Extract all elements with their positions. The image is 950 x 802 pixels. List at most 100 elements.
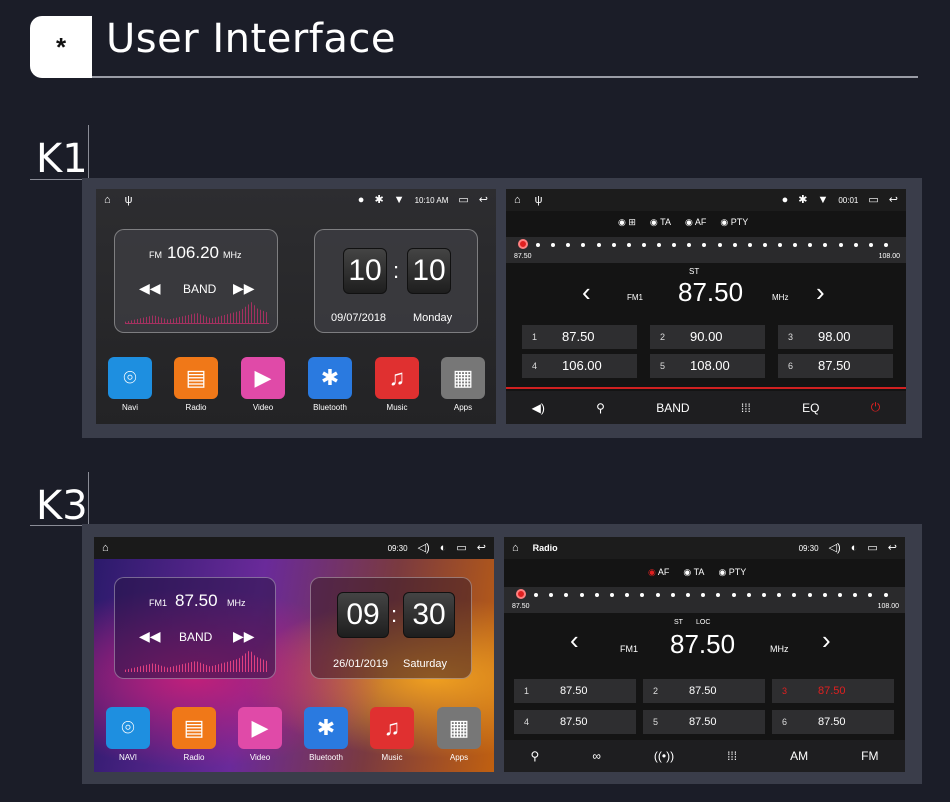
next-station-icon[interactable]: › (816, 277, 825, 308)
option-pty-label: PTY (728, 567, 747, 577)
preset-button[interactable]: 6 87.50 (772, 710, 894, 734)
app-music[interactable]: ♫ Music (375, 357, 419, 412)
rds-option[interactable]: ◉ ⊞ (618, 217, 636, 228)
radio-widget[interactable]: FM1 87.50 MHz ◀◀ BAND ▶▶ (114, 577, 276, 679)
preset-button[interactable]: 2 87.50 (643, 679, 765, 703)
widget-band-button[interactable]: BAND (183, 282, 216, 296)
back-icon[interactable]: ↩ (888, 542, 897, 554)
status-bar: ⌂ ψ ● ✱ ▼ 10:10 AM ▭ ↩ (96, 189, 496, 211)
stereo-icon[interactable]: ∞ (592, 749, 601, 763)
app-radio[interactable]: ▤ Radio (174, 357, 218, 412)
app-music[interactable]: ♫ Music (370, 707, 414, 762)
brightness-icon[interactable]: ◐ (440, 542, 447, 554)
recent-apps-icon[interactable]: ▭ (456, 542, 466, 554)
scale-marker[interactable] (516, 589, 526, 599)
option-ta[interactable]: ◉ TA (650, 217, 671, 228)
back-icon[interactable]: ↩ (479, 194, 488, 206)
bluetooth-icon: ✱ (304, 707, 348, 749)
status-time: 10:10 AM (414, 195, 449, 205)
header-divider (92, 76, 918, 78)
preset-button[interactable]: 3 98.00 (778, 325, 893, 349)
scale-marker[interactable] (518, 239, 528, 249)
next-station-icon[interactable]: › (822, 625, 831, 656)
frequency-scale[interactable]: 87.50 108.00 (506, 237, 906, 263)
app-label: Bluetooth (313, 403, 347, 412)
keypad-icon[interactable]: ⁞⁞⁞ (741, 401, 751, 415)
home-icon[interactable]: ⌂ (104, 194, 111, 206)
frequency-unit: MHz (772, 293, 789, 302)
preset-number: 3 (788, 332, 794, 342)
am-button[interactable]: AM (790, 749, 808, 763)
preset-button[interactable]: 4 106.00 (522, 354, 637, 378)
preset-number: 5 (660, 361, 666, 371)
scale-max: 108.00 (878, 253, 900, 260)
search-icon[interactable]: ⚲ (531, 749, 540, 763)
seek-forward-icon[interactable]: ▶▶ (233, 280, 255, 297)
widget-band-label: FM1 (149, 598, 167, 608)
band-label: FM1 (627, 293, 643, 302)
band-button[interactable]: BAND (656, 401, 689, 415)
app-navi[interactable]: ⌾ Navi (108, 357, 152, 412)
clock-separator: : (391, 602, 398, 627)
app-video[interactable]: ▶ Video (241, 357, 285, 412)
home-icon[interactable]: ⌂ (512, 542, 519, 554)
app-bluetooth[interactable]: ✱ Bluetooth (308, 357, 352, 412)
k3-home-screen: ⌂ 09:30 ◁) ◐ ▭ ↩ FM1 87.50 MHz ◀◀ BAND ▶… (94, 537, 494, 772)
recent-apps-icon[interactable]: ▭ (868, 194, 878, 206)
seek-back-icon[interactable]: ◀◀ (139, 628, 161, 645)
preset-button[interactable]: 1 87.50 (522, 325, 637, 349)
radio-icon: ▤ (174, 357, 218, 399)
app-navi[interactable]: ⌾ NAVI (106, 707, 150, 762)
keypad-icon[interactable]: ⁞⁞⁞ (727, 749, 737, 763)
widget-band-button[interactable]: BAND (179, 630, 212, 644)
volume-icon[interactable]: ◀) (532, 401, 545, 415)
music-note-icon: ♫ (375, 357, 419, 399)
option-pty[interactable]: ◉ PTY (718, 567, 746, 578)
option-pty[interactable]: ◉ PTY (720, 217, 748, 228)
back-icon[interactable]: ↩ (889, 194, 898, 206)
app-video[interactable]: ▶ Video (238, 707, 282, 762)
home-icon[interactable]: ⌂ (102, 542, 109, 554)
volume-icon[interactable]: ◁) (829, 542, 841, 554)
app-bluetooth[interactable]: ✱ Bluetooth (304, 707, 348, 762)
seek-forward-icon[interactable]: ▶▶ (233, 628, 255, 645)
status-time: 09:30 (798, 543, 819, 553)
preset-button[interactable]: 1 87.50 (514, 679, 636, 703)
volume-icon[interactable]: ◁) (418, 542, 430, 554)
preset-button[interactable]: 4 87.50 (514, 710, 636, 734)
option-af[interactable]: ◉ AF (648, 567, 669, 578)
k3-radio-screen: ⌂ Radio 09:30 ◁) ◐ ▭ ↩ ◉ AF ◉ TA ◉ PTY 8… (504, 537, 905, 772)
preset-button[interactable]: 6 87.50 (778, 354, 893, 378)
radio-widget[interactable]: FM 106.20 MHz ◀◀ BAND ▶▶ (114, 229, 278, 333)
home-icon[interactable]: ⌂ (514, 194, 521, 206)
option-af[interactable]: ◉ AF (685, 217, 706, 228)
bluetooth-icon: ✱ (798, 193, 808, 206)
recent-apps-icon[interactable]: ▭ (867, 542, 877, 554)
option-ta[interactable]: ◉ TA (683, 567, 704, 578)
preset-button[interactable]: 5 87.50 (643, 710, 765, 734)
app-apps[interactable]: ▦ Apps (437, 707, 481, 762)
brightness-icon[interactable]: ◐ (851, 542, 858, 554)
usb-icon: ψ (534, 193, 543, 206)
scale-min: 87.50 (512, 603, 530, 610)
preset-button-active[interactable]: 3 87.50 (772, 679, 894, 703)
preset-frequency: 87.50 (689, 716, 717, 728)
app-apps[interactable]: ▦ Apps (441, 357, 485, 412)
back-icon[interactable]: ↩ (477, 542, 486, 554)
frequency-scale[interactable]: 87.50 108.00 (504, 587, 905, 613)
power-icon[interactable]: ⏻ (871, 400, 881, 415)
preset-button[interactable]: 2 90.00 (650, 325, 765, 349)
spectrum-graphic (125, 302, 269, 324)
preset-button[interactable]: 5 108.00 (650, 354, 765, 378)
eq-button[interactable]: EQ (802, 401, 819, 415)
search-icon[interactable]: ⚲ (596, 401, 605, 415)
antenna-icon[interactable]: ((•)) (654, 749, 674, 763)
prev-station-icon[interactable]: ‹ (582, 277, 591, 308)
widget-band-label: FM (149, 250, 162, 260)
app-radio[interactable]: ▤ Radio (172, 707, 216, 762)
bottom-toolbar: ⚲ ∞ ((•)) ⁞⁞⁞ AM FM (504, 740, 905, 772)
prev-station-icon[interactable]: ‹ (570, 625, 579, 656)
fm-button[interactable]: FM (861, 749, 878, 763)
recent-apps-icon[interactable]: ▭ (458, 194, 468, 206)
seek-back-icon[interactable]: ◀◀ (139, 280, 161, 297)
